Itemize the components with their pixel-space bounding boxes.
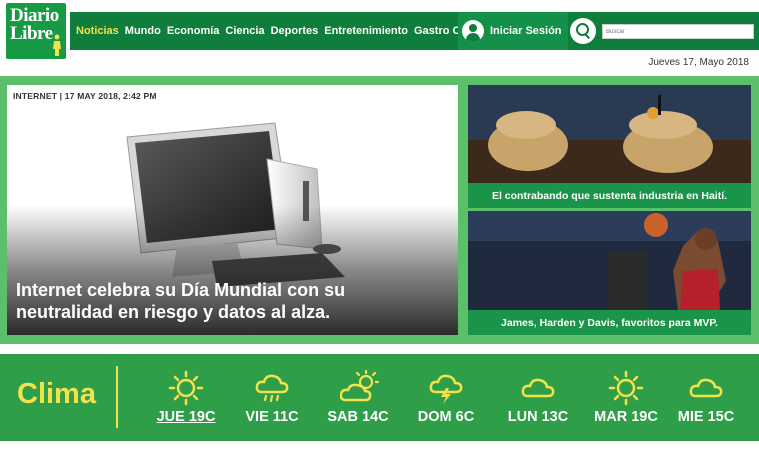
side-story-mvp[interactable]: James, Harden y Davis, favoritos para MV… bbox=[468, 211, 751, 335]
weather-day-label: MAR 19C bbox=[594, 409, 658, 425]
storm-cloud-icon bbox=[429, 374, 463, 404]
haiti-contraband-image bbox=[468, 85, 751, 183]
weather-day-mie[interactable]: MIE 15C bbox=[671, 354, 741, 441]
weather-day-lun[interactable]: LUN 13C bbox=[503, 354, 573, 441]
side-story-caption[interactable]: El contrabando que sustenta industria en… bbox=[468, 183, 751, 208]
weather-day-label: VIE 11C bbox=[245, 409, 299, 425]
nav-item-entretenimiento[interactable]: Entretenimiento bbox=[324, 25, 408, 37]
search-input[interactable] bbox=[602, 24, 754, 39]
weather-day-sab[interactable]: SAB 14C bbox=[323, 354, 393, 441]
weather-day-label: LUN 13C bbox=[507, 409, 569, 425]
weather-day-jue[interactable]: JUE 19C bbox=[151, 354, 221, 441]
main-story-title[interactable]: Internet celebra su Día Mundial con su n… bbox=[16, 279, 446, 323]
diario-libre-logo[interactable]: Diario Libre bbox=[6, 3, 66, 59]
weather-day-label: SAB 14C bbox=[327, 409, 389, 425]
featured-stories: INTERNET | 17 MAY 2018, 2:42 PM Internet… bbox=[0, 76, 759, 344]
weather-divider bbox=[116, 366, 118, 428]
login-label: Iniciar Sesión bbox=[490, 25, 562, 37]
weather-day-label: MIE 15C bbox=[677, 409, 735, 425]
partly-cloudy-icon bbox=[340, 370, 380, 402]
weather-day-vie[interactable]: VIE 11C bbox=[237, 354, 307, 441]
nav-item-ciencia[interactable]: Ciencia bbox=[225, 25, 264, 37]
nav-menu: Noticias Mundo Economía Ciencia Deportes… bbox=[70, 12, 477, 50]
nav-item-deportes[interactable]: Deportes bbox=[271, 25, 319, 37]
site-header: Diario Libre Noticias Mundo Economía Cie… bbox=[0, 0, 759, 68]
main-navbar: Noticias Mundo Economía Ciencia Deportes… bbox=[70, 12, 759, 50]
story-meta: INTERNET | 17 MAY 2018, 2:42 PM bbox=[13, 91, 157, 101]
weather-day-mar[interactable]: MAR 19C bbox=[591, 354, 661, 441]
side-story-haiti[interactable]: El contrabando que sustenta industria en… bbox=[468, 85, 751, 208]
search-icon[interactable] bbox=[570, 18, 596, 44]
cloud-icon bbox=[689, 378, 723, 398]
nav-item-noticias[interactable]: Noticias bbox=[76, 25, 119, 37]
weather-bar: Clima JUE 19C VIE 11C SAB 14C DOM 6C LUN… bbox=[0, 354, 759, 441]
rain-cloud-icon bbox=[255, 374, 289, 403]
logo-figure-icon bbox=[53, 34, 61, 56]
weather-title: Clima bbox=[17, 378, 96, 410]
sun-icon bbox=[168, 370, 204, 406]
sun-icon bbox=[608, 370, 644, 406]
weather-day-label: DOM 6C bbox=[417, 409, 475, 425]
nav-item-mundo[interactable]: Mundo bbox=[125, 25, 161, 37]
weather-day-dom[interactable]: DOM 6C bbox=[411, 354, 481, 441]
user-icon bbox=[462, 20, 484, 42]
nav-item-economia[interactable]: Economía bbox=[167, 25, 220, 37]
cloud-icon bbox=[521, 378, 555, 398]
current-date: Jueves 17, Mayo 2018 bbox=[648, 57, 749, 68]
weather-day-label: JUE 19C bbox=[156, 409, 216, 425]
main-story-card[interactable]: INTERNET | 17 MAY 2018, 2:42 PM Internet… bbox=[7, 85, 458, 335]
basketball-player-image bbox=[468, 211, 751, 310]
login-button[interactable]: Iniciar Sesión bbox=[458, 12, 568, 50]
side-story-caption[interactable]: James, Harden y Davis, favoritos para MV… bbox=[468, 310, 751, 335]
